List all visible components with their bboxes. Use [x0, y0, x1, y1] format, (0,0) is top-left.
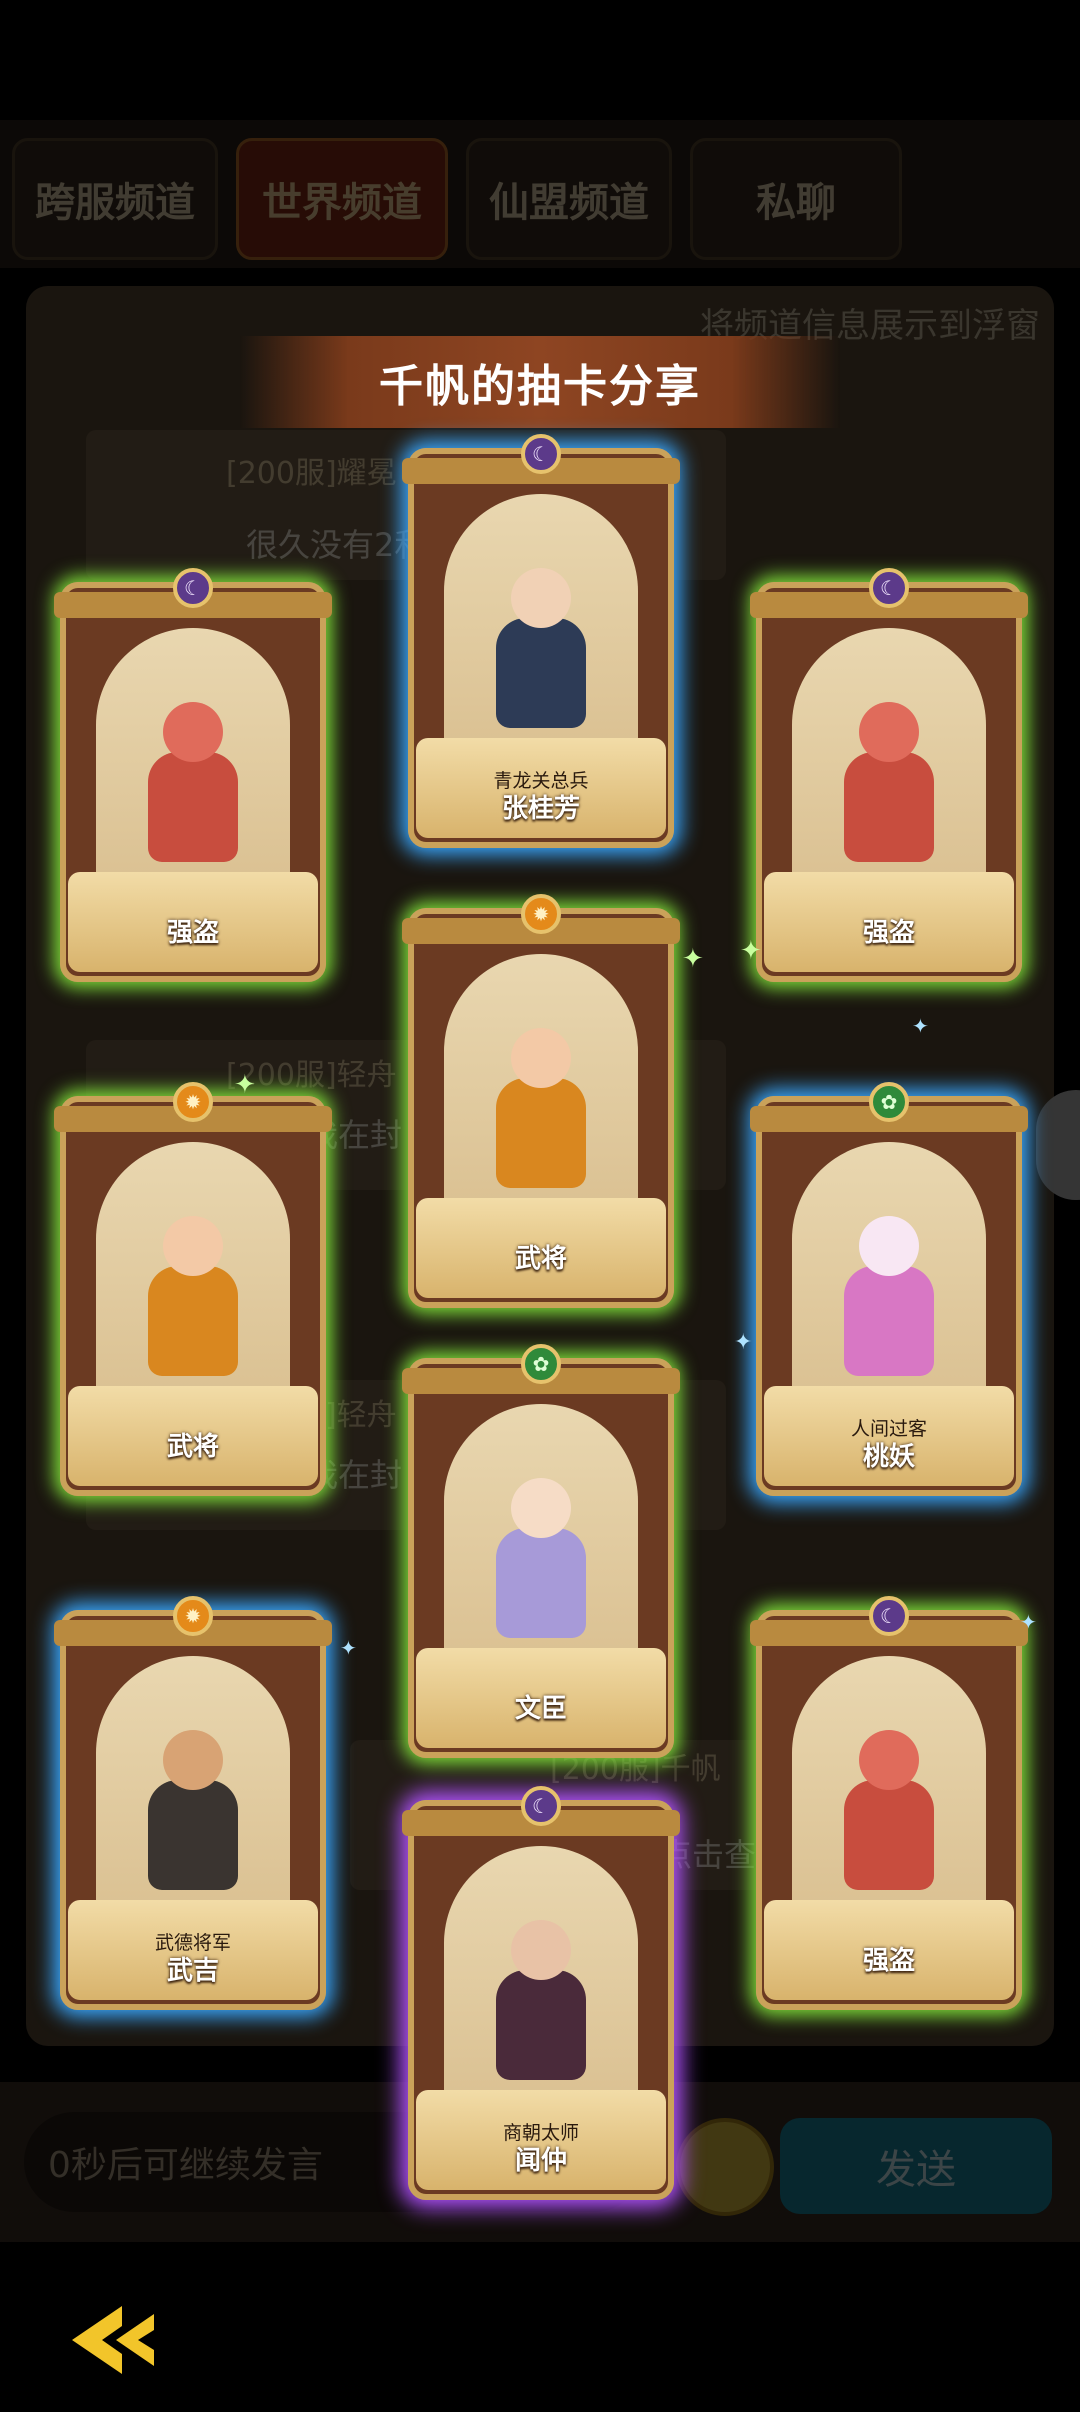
hero-card[interactable]: ☾ 强盗 [750, 1596, 1028, 2010]
share-title: 千帆的抽卡分享 [379, 361, 701, 412]
hero-name: 武将 [514, 1244, 567, 1274]
hero-card[interactable]: ☾ 强盗 [54, 568, 332, 982]
hero-card[interactable]: ✿ 文臣 [402, 1344, 680, 1758]
hero-card[interactable]: ☾ 商朝太师 闻仲 [402, 1786, 680, 2200]
moon-faction-icon: ☾ [869, 568, 909, 608]
hero-name: 张桂芳 [501, 794, 580, 824]
share-banner: 千帆的抽卡分享 [240, 336, 840, 428]
tab-private[interactable]: 私聊 [690, 138, 902, 260]
hero-portrait [826, 692, 952, 862]
hero-name: 文臣 [514, 1694, 567, 1724]
hero-name: 武吉 [166, 1956, 219, 1986]
chat-sender: [200服]耀冕 [226, 456, 397, 491]
hero-portrait [130, 1206, 256, 1376]
hero-name: 强盗 [862, 918, 915, 948]
moon-faction-icon: ☾ [173, 568, 213, 608]
sun-faction-icon: ✹ [521, 894, 561, 934]
moon-faction-icon: ☾ [869, 1596, 909, 1636]
hero-portrait [478, 1468, 604, 1638]
hero-name: 强盗 [862, 1946, 915, 1976]
moon-faction-icon: ☾ [521, 434, 561, 474]
hero-name: 武将 [166, 1432, 219, 1462]
tab-world[interactable]: 世界频道 [236, 138, 448, 260]
leaf-faction-icon: ✿ [521, 1344, 561, 1384]
tab-cross-server[interactable]: 跨服频道 [12, 138, 218, 260]
sun-faction-icon: ✹ [173, 1082, 213, 1122]
chat-text: 很久没有2和 [246, 526, 427, 564]
emoji-icon[interactable] [676, 2118, 774, 2216]
sun-faction-icon: ✹ [173, 1596, 213, 1636]
sparkle-icon: ✦ [912, 1014, 929, 1038]
hero-card[interactable]: ✹ 武德将军 武吉 [54, 1596, 332, 2010]
send-button[interactable]: 发送 [780, 2118, 1052, 2214]
back-arrow-icon[interactable] [62, 2300, 162, 2380]
hero-name: 强盗 [166, 918, 219, 948]
hero-card[interactable]: ☾ 强盗 [750, 568, 1028, 982]
hero-portrait [478, 1018, 604, 1188]
tab-alliance[interactable]: 仙盟频道 [466, 138, 672, 260]
hero-portrait [826, 1720, 952, 1890]
hero-card[interactable]: ✹ 武将 [402, 894, 680, 1308]
hero-portrait [478, 558, 604, 728]
hero-card[interactable]: ☾ 青龙关总兵 张桂芳 [402, 434, 680, 848]
hero-name: 闻仲 [514, 2146, 567, 2176]
sparkle-icon: ✦ [740, 936, 762, 966]
hero-card[interactable]: ✹ 武将 [54, 1082, 332, 1496]
sparkle-icon: ✦ [682, 944, 704, 974]
hero-portrait [478, 1910, 604, 2080]
sparkle-icon: ✦ [734, 1330, 753, 1355]
hero-name: 桃妖 [862, 1442, 915, 1472]
sparkle-icon: ✦ [1020, 1610, 1037, 1634]
sparkle-icon: ✦ [340, 1636, 357, 1660]
hero-portrait [130, 1720, 256, 1890]
hero-portrait [130, 692, 256, 862]
hero-portrait [826, 1206, 952, 1376]
sparkle-icon: ✦ [234, 1070, 256, 1100]
hero-card[interactable]: ✿ 人间过客 桃妖 [750, 1082, 1028, 1496]
moon-faction-icon: ☾ [521, 1786, 561, 1826]
leaf-faction-icon: ✿ [869, 1082, 909, 1122]
